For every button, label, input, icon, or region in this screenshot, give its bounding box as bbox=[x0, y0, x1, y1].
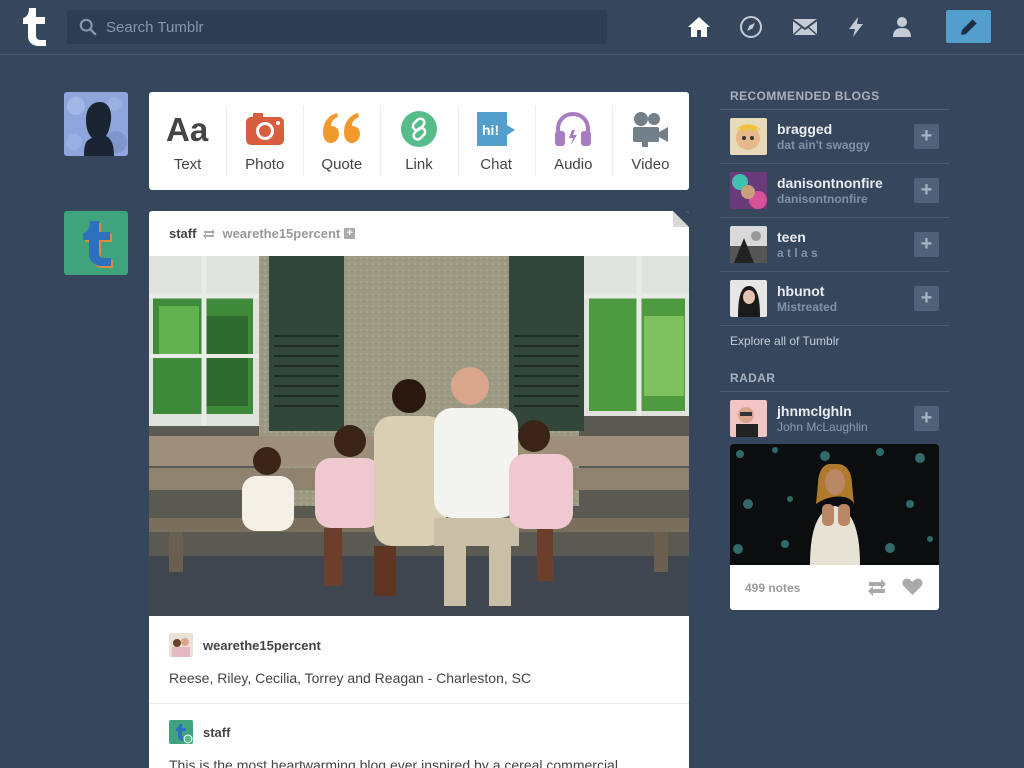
post-type-label: Audio bbox=[554, 156, 593, 173]
reblog-trail-item: wearethe15percent bbox=[169, 633, 321, 657]
post-header: staff wearethe15percent + bbox=[149, 211, 689, 256]
blog-title: danisontnonfire bbox=[777, 192, 868, 206]
mail-icon[interactable] bbox=[792, 14, 818, 40]
reblog-divider bbox=[149, 703, 689, 704]
svg-text:hi!: hi! bbox=[482, 122, 499, 138]
blog-avatar[interactable] bbox=[730, 280, 767, 317]
camera-icon bbox=[243, 109, 287, 149]
new-photo-post-button[interactable]: Photo bbox=[226, 92, 303, 190]
explore-icon[interactable] bbox=[738, 14, 764, 40]
post-type-label: Text bbox=[173, 156, 202, 173]
post-type-label: Quote bbox=[321, 156, 363, 173]
blog-name[interactable]: bragged bbox=[777, 121, 870, 137]
account-icon[interactable] bbox=[889, 14, 915, 40]
sidebar: RECOMMENDED BLOGS bragged dat ain't swag… bbox=[720, 88, 949, 610]
recommended-blogs-title: RECOMMENDED BLOGS bbox=[720, 88, 949, 110]
recommended-blog-row[interactable]: hbunot Mistreated + bbox=[720, 272, 949, 326]
post-author-link[interactable]: staff bbox=[169, 226, 196, 241]
headphones-icon bbox=[551, 109, 595, 149]
radar-title: RADAR bbox=[720, 370, 949, 392]
blog-avatar[interactable] bbox=[730, 172, 767, 209]
reblog-author-link[interactable]: staff bbox=[203, 725, 230, 740]
new-text-post-button[interactable]: Aa Text bbox=[149, 92, 226, 190]
text-icon: Aa bbox=[166, 109, 210, 149]
staff-mini-avatar[interactable] bbox=[169, 720, 193, 744]
home-icon[interactable] bbox=[686, 14, 712, 40]
new-link-post-button[interactable]: Link bbox=[380, 92, 457, 190]
user-avatar[interactable] bbox=[64, 92, 128, 156]
blog-title: a t l a s bbox=[777, 246, 818, 260]
reblog-icon bbox=[202, 228, 216, 240]
blog-title: dat ain't swaggy bbox=[777, 138, 870, 152]
reblog-author-link[interactable]: wearethe15percent bbox=[203, 638, 321, 653]
post-corner-fold bbox=[673, 211, 689, 227]
post-type-label: Link bbox=[405, 156, 433, 173]
post-caption: Reese, Riley, Cecilia, Torrey and Reagan… bbox=[169, 670, 532, 686]
blog-avatar[interactable] bbox=[730, 118, 767, 155]
radar-post-footer: 499 notes bbox=[730, 565, 939, 610]
search-input[interactable] bbox=[106, 18, 586, 36]
blog-title: Mistreated bbox=[777, 300, 838, 314]
tumblr-logo[interactable] bbox=[16, 6, 52, 48]
new-chat-post-button[interactable]: hi! Chat bbox=[457, 92, 535, 190]
pencil-icon bbox=[960, 18, 977, 35]
blog-name[interactable]: danisontnonfire bbox=[777, 175, 883, 191]
blog-avatar[interactable] bbox=[730, 399, 767, 437]
reblog-icon[interactable] bbox=[866, 578, 888, 602]
recommended-blog-row[interactable]: bragged dat ain't swaggy + bbox=[720, 110, 949, 164]
svg-text:Aa: Aa bbox=[166, 111, 209, 148]
recommended-blog-row[interactable]: teen a t l a s + bbox=[720, 218, 949, 272]
notes-count[interactable]: 499 notes bbox=[745, 581, 800, 595]
blog-name[interactable]: hbunot bbox=[777, 283, 837, 299]
search-bar[interactable] bbox=[67, 10, 607, 44]
post-type-label: Photo bbox=[245, 156, 285, 173]
reblog-avatar[interactable] bbox=[169, 633, 193, 657]
post-type-label: Chat bbox=[480, 156, 512, 173]
dashboard-post: staff wearethe15percent + wearethe15perc… bbox=[149, 211, 689, 768]
lightning-icon[interactable] bbox=[843, 14, 869, 40]
chat-icon: hi! bbox=[474, 109, 518, 149]
recommended-blog-row[interactable]: danisontnonfire danisontnonfire + bbox=[720, 164, 949, 218]
follow-button[interactable]: + bbox=[914, 124, 939, 149]
new-video-post-button[interactable]: Video bbox=[611, 92, 689, 190]
blog-title: John McLaughlin bbox=[777, 419, 868, 434]
compose-button[interactable] bbox=[946, 10, 991, 43]
top-header bbox=[0, 0, 1024, 55]
quote-icon bbox=[320, 109, 364, 149]
new-quote-post-button[interactable]: Quote bbox=[303, 92, 380, 190]
explore-link[interactable]: Explore all of Tumblr bbox=[720, 326, 949, 358]
blog-name[interactable]: jhnmclghln bbox=[777, 403, 868, 419]
radar-blog-row[interactable]: jhnmclghln John McLaughlin + bbox=[720, 392, 949, 444]
radar-post-image[interactable] bbox=[730, 444, 939, 565]
reblog-source-link[interactable]: wearethe15percent bbox=[222, 226, 340, 241]
video-camera-icon bbox=[628, 109, 672, 149]
follow-button[interactable]: + bbox=[914, 406, 939, 431]
follow-button[interactable]: + bbox=[914, 178, 939, 203]
link-icon bbox=[397, 109, 441, 149]
post-caption: This is the most heartwarming blog ever … bbox=[169, 757, 622, 768]
blog-name[interactable]: teen bbox=[777, 229, 818, 245]
follow-button[interactable]: + bbox=[914, 286, 939, 311]
follow-button[interactable]: + bbox=[914, 232, 939, 257]
heart-icon[interactable] bbox=[902, 578, 923, 601]
staff-avatar[interactable] bbox=[64, 211, 128, 275]
blog-avatar[interactable] bbox=[730, 226, 767, 263]
post-type-bar: Aa Text Photo Quote Link hi! Chat Audio bbox=[149, 92, 689, 190]
reblog-trail-item: staff bbox=[169, 720, 230, 744]
new-audio-post-button[interactable]: Audio bbox=[534, 92, 612, 190]
search-icon bbox=[79, 18, 97, 36]
radar-post-card: 499 notes bbox=[730, 444, 939, 610]
follow-plus-icon[interactable]: + bbox=[344, 228, 356, 239]
post-type-label: Video bbox=[631, 156, 670, 173]
post-photo[interactable] bbox=[149, 256, 689, 616]
